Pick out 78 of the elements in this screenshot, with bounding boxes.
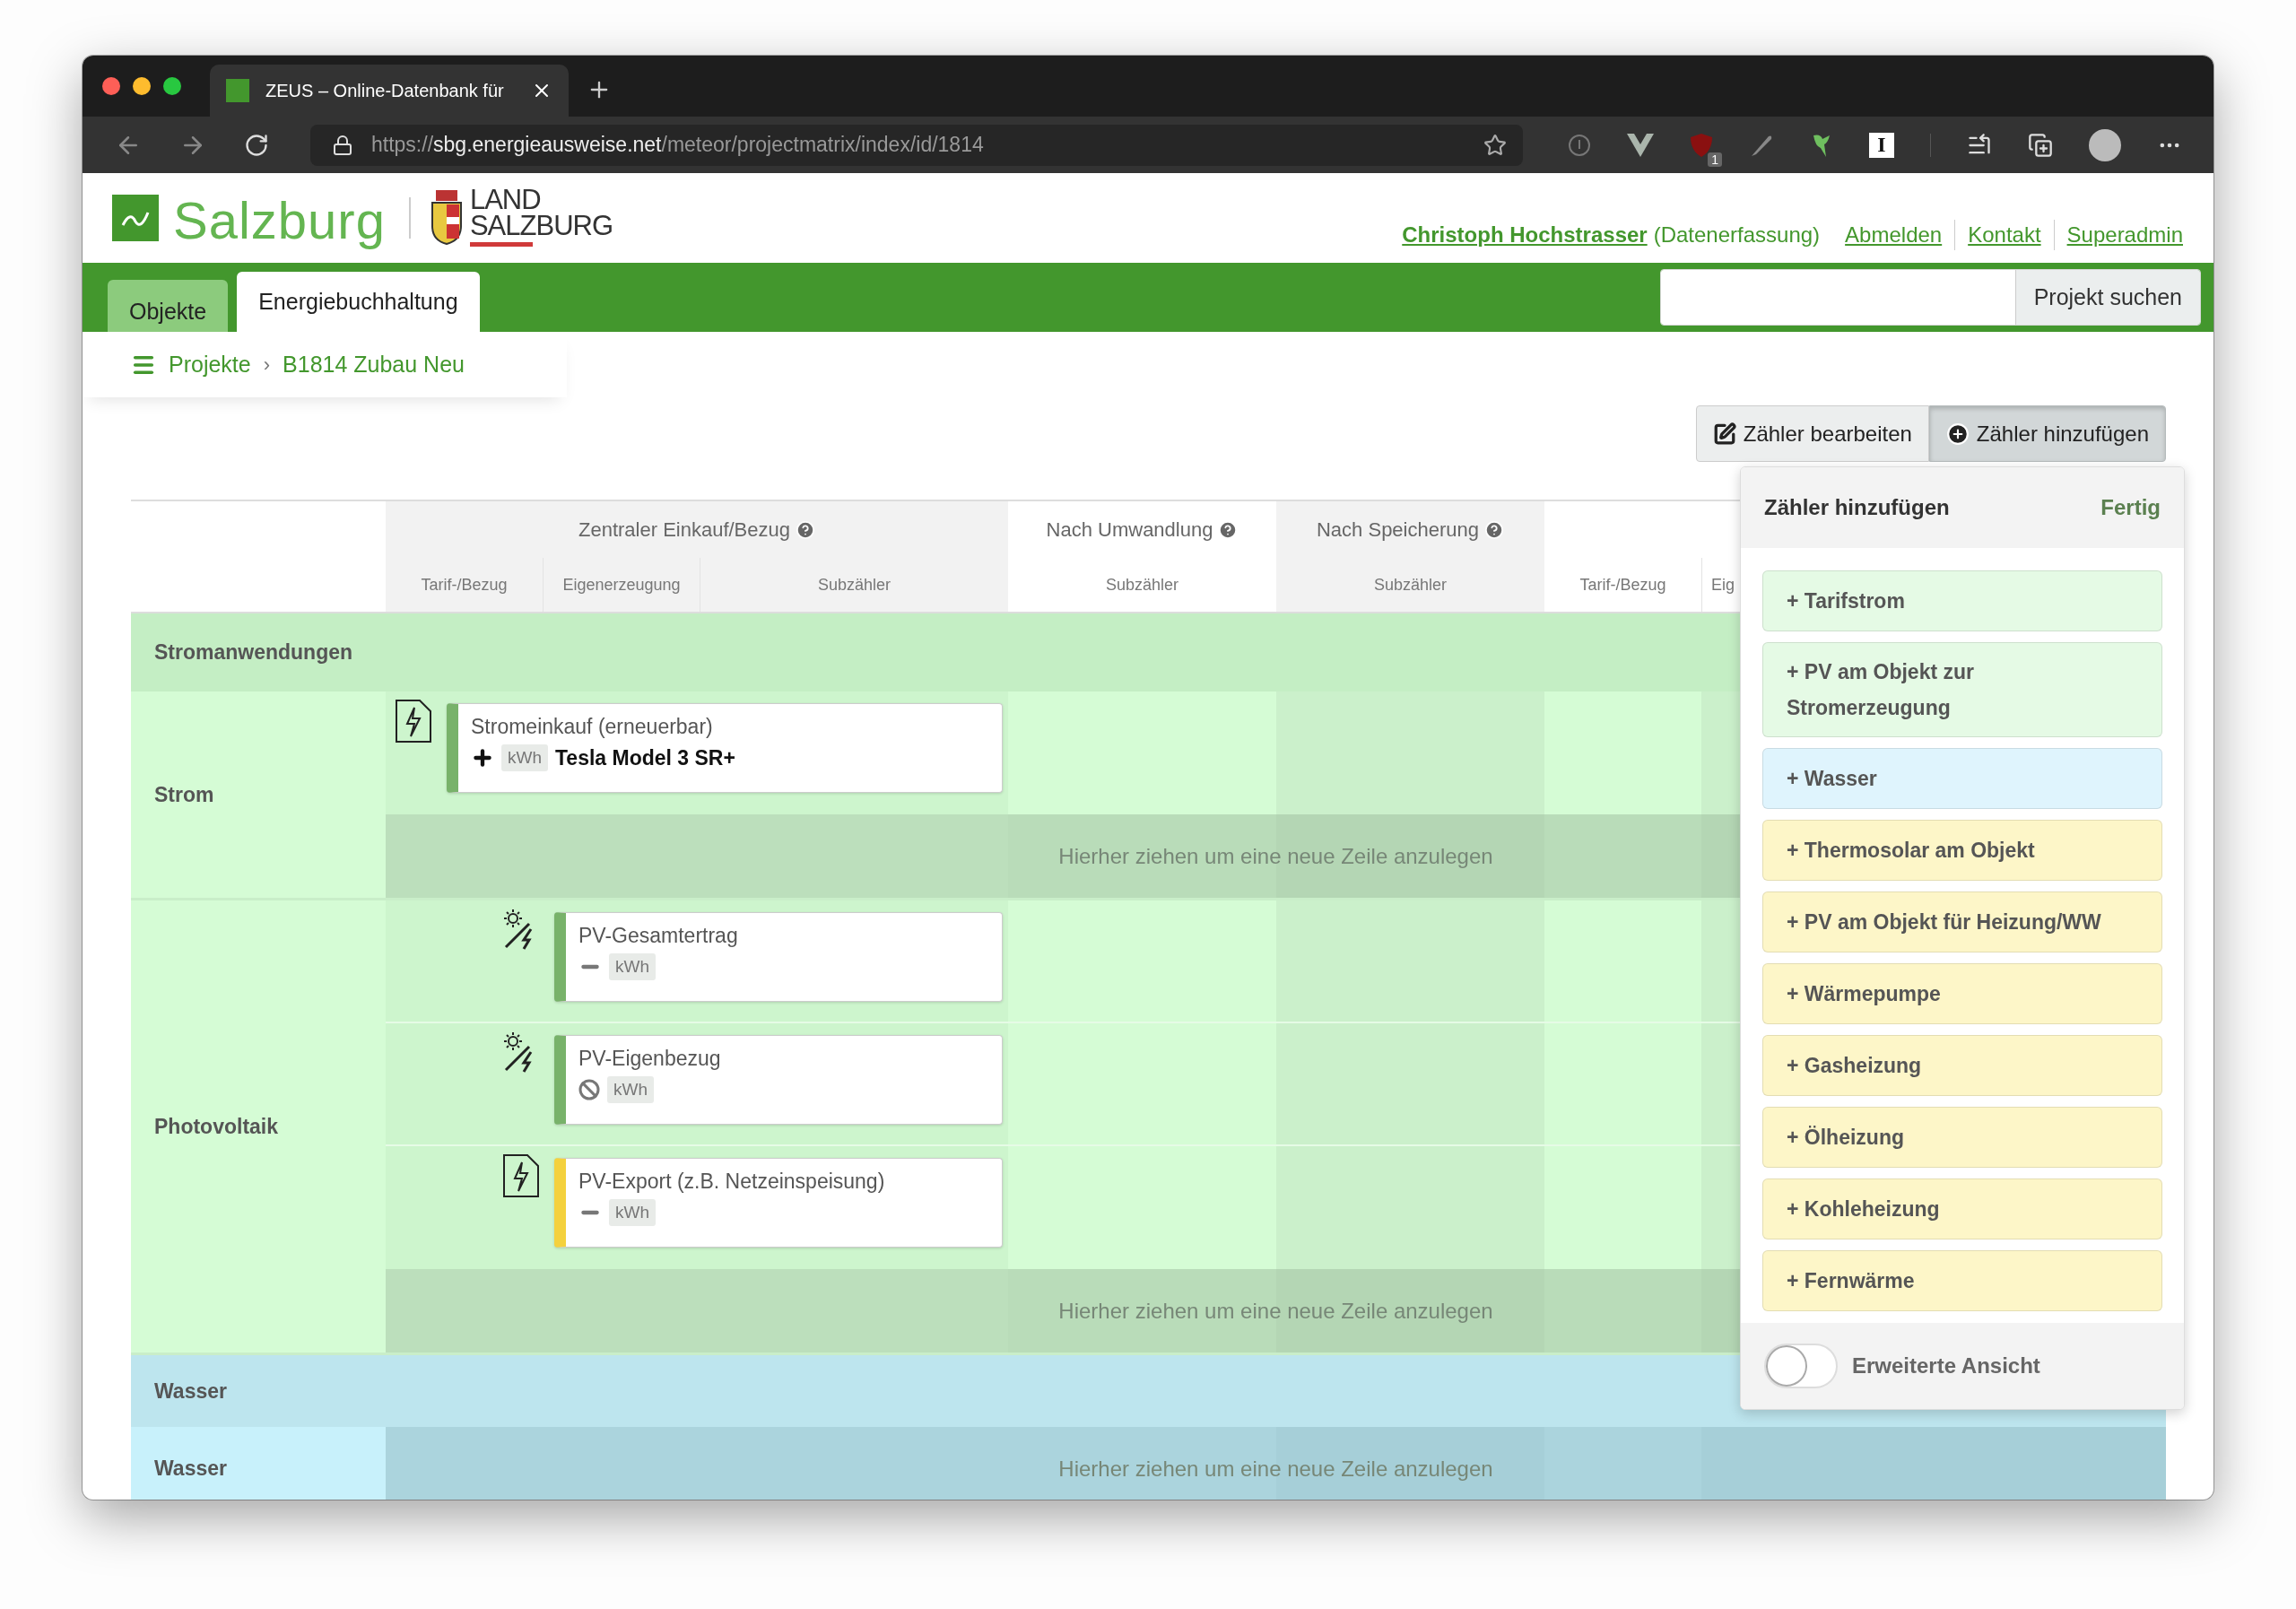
toolbar-button[interactable]: Zähler hinzufügen [1928, 405, 2166, 462]
reload-icon[interactable] [244, 132, 269, 158]
header-link[interactable]: Superadmin [2066, 222, 2183, 248]
meter-card[interactable]: PV-Gesamtertrag kWh [554, 912, 1003, 1002]
browser-tab[interactable]: ZEUS – Online-Datenbank für [210, 65, 569, 117]
breadcrumb-link[interactable]: Projekte [169, 352, 251, 378]
meter-name: PV-Export (z.B. Netzeinspeisung) [578, 1170, 886, 1194]
unit-tag: kWh [609, 1199, 656, 1226]
meter-card[interactable]: PV-Eigenbezug kWh [554, 1035, 1003, 1125]
window-minimize-button[interactable] [133, 77, 151, 95]
column-header: Eigenerzeugung [543, 558, 700, 612]
meter-card[interactable]: PV-Export (z.B. Netzeinspeisung) kWh [554, 1158, 1003, 1248]
popover-title: Zähler hinzufügen [1764, 495, 1950, 520]
meter-name: PV-Eigenbezug [578, 1047, 722, 1071]
toggle-switch[interactable] [1764, 1344, 1838, 1388]
column-header: Subzähler [1276, 558, 1544, 612]
meter-type-item[interactable]: + Thermosolar am Objekt [1762, 820, 2162, 881]
v-shape-icon[interactable] [1627, 133, 1654, 157]
bolt-document-icon [393, 699, 434, 744]
breadcrumb-link[interactable]: B1814 Zubau Neu [283, 352, 465, 378]
add-icon [1945, 422, 1970, 446]
meter-type-item[interactable]: + Fernwärme [1762, 1250, 2162, 1311]
land-name: SALZBURG [469, 212, 613, 239]
count-badge: 1 [1708, 152, 1722, 167]
edit-icon [1712, 422, 1736, 446]
meter-type-item[interactable]: + PV am Objekt zur Stromerzeugung [1762, 642, 2162, 737]
land-name: LAND [469, 186, 542, 213]
column-header: Subzähler [700, 558, 1008, 612]
meter-card[interactable]: Stromeinkauf (erneuerbar) kWh Tesla Model 3 SR+ [447, 703, 1003, 793]
breadcrumb-separator: › [263, 352, 271, 377]
info-icon[interactable] [1568, 133, 1591, 157]
plus-icon[interactable] [471, 746, 494, 770]
window-zoom-button[interactable] [163, 77, 181, 95]
meter-type-item[interactable]: + Tarifstrom [1762, 570, 2162, 631]
user-link[interactable]: Christoph Hochstrasser [1402, 222, 1648, 248]
column-header: Tarif-/Bezug [386, 558, 543, 612]
meter-type-item[interactable]: + Wärmepumpe [1762, 963, 2162, 1024]
meter-type-item[interactable]: + Ölheizung [1762, 1107, 2162, 1168]
bolt-document-icon [500, 1153, 542, 1198]
row-label: Wasser [131, 1427, 386, 1500]
meter-name: PV-Gesamtertrag [578, 924, 739, 948]
brand-name: Salzburg [173, 189, 386, 250]
meter-type-item[interactable]: + Kohleheizung [1762, 1178, 2162, 1239]
unit-tag: kWh [501, 744, 548, 771]
meter-type-item[interactable]: + PV am Objekt für Heizung/WW [1762, 891, 2162, 952]
help-icon[interactable] [1218, 519, 1239, 540]
done-link[interactable]: Fertig [2100, 495, 2161, 520]
help-icon[interactable] [1484, 519, 1504, 540]
toolbar-button[interactable]: Zähler bearbeiten [1695, 405, 1929, 462]
window-close-button[interactable] [102, 77, 120, 95]
meter-name: Stromeinkauf (erneuerbar) [471, 715, 714, 739]
toggle-label: Erweiterte Ansicht [1852, 1353, 2040, 1379]
help-icon[interactable] [796, 519, 815, 540]
favicon-icon [226, 79, 249, 102]
logo-icon [112, 195, 159, 241]
meter-type-item[interactable]: + Gasheizung [1762, 1035, 2162, 1096]
column-group-header: Zentraler Einkauf/Bezug [578, 517, 790, 542]
row-label: Photovoltaik [131, 900, 386, 1352]
row-label: Strom [131, 691, 386, 898]
collections-icon[interactable] [2028, 132, 2053, 158]
avatar-icon[interactable] [2089, 128, 2121, 161]
star-icon[interactable] [1483, 133, 1507, 157]
blocked-icon[interactable] [578, 1079, 600, 1100]
coat-of-arms-icon [430, 190, 463, 246]
column-group-header: Nach Umwandlung [1046, 517, 1213, 542]
column-group-header: Nach Speicherung [1317, 517, 1479, 542]
header-link[interactable]: Abmelden [1845, 222, 1943, 248]
lock-icon [332, 134, 353, 156]
nav-tab[interactable]: Objekte [108, 280, 229, 332]
role-label: (Datenerfassung) [1653, 222, 1821, 248]
meter-type-item[interactable]: + Wasser [1762, 748, 2162, 809]
unit-tag: kWh [609, 953, 656, 980]
meter-title: Tesla Model 3 SR+ [555, 745, 735, 770]
address-bar[interactable]: https://sbg.energieausweise.net/meteor/projectmatrix/index/id/1814 [310, 124, 1523, 166]
nav-tab[interactable]: Energiebuchhaltung [237, 272, 480, 332]
header-link[interactable]: Kontakt [1968, 222, 2041, 248]
unit-tag: kWh [607, 1076, 654, 1103]
letter-icon[interactable]: I [1869, 132, 1894, 158]
